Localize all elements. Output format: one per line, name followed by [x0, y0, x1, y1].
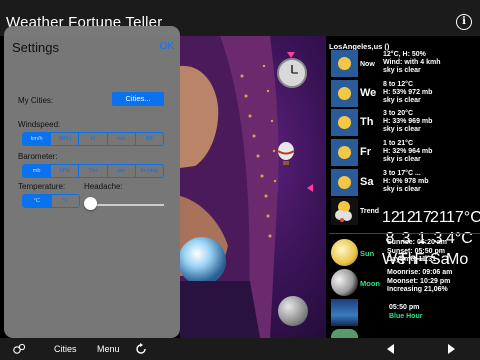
settings-title: Settings [12, 40, 59, 55]
headache-label: Headache: [84, 182, 123, 191]
forecast-row[interactable]: Fr 1 to 21°C H: 32% 964 mb sky is clear [331, 139, 479, 166]
trend-value-high: 21 [430, 209, 448, 226]
temperature-selector[interactable]: °C °F [22, 194, 80, 208]
day-label: Fr [360, 146, 371, 158]
sun-icon [331, 50, 358, 77]
windspeed-option[interactable]: Bft [136, 133, 163, 145]
windspeed-label: Windspeed: [18, 120, 61, 129]
clock-icon [277, 58, 307, 88]
day-details: 8 to 12°C H: 53% 972 mb sky is clear [383, 81, 433, 104]
barometer-option[interactable]: psi [108, 165, 136, 177]
pink-marker-side [307, 184, 313, 192]
temperature-option[interactable]: °F [52, 195, 80, 207]
sun-details: Sunrise: 06:20 am Sunset: 05:50 pm Dayti… [387, 239, 447, 263]
day-details: 12°C, H: 50% Wind: with 4 kmh sky is cle… [383, 51, 441, 74]
moon-details: Moonrise: 09:06 am Moonset: 10:29 pm Inc… [387, 269, 453, 293]
forecast-row[interactable]: We 8 to 12°C H: 53% 972 mb sky is clear [331, 80, 479, 107]
sun-icon [331, 109, 358, 136]
day-details: 3 to 17°C ... H: 0% 978 mb sky is clear [383, 170, 429, 193]
trend-value-high: 12 [398, 209, 416, 226]
blue-hour-row[interactable]: 05:50 pm Blue Hour [331, 299, 479, 326]
ok-button[interactable]: OK [160, 41, 174, 52]
forecast-row[interactable]: Th 3 to 20°C H: 33% 969 mb sky is clear [331, 109, 479, 136]
barometer-option[interactable]: hPa [51, 165, 80, 177]
info-icon[interactable]: i [456, 14, 472, 30]
windspeed-option[interactable]: MPH [51, 133, 80, 145]
forecast-row[interactable]: Sa 3 to 17°C ... H: 0% 978 mb sky is cle… [331, 169, 479, 196]
section-divider [329, 233, 480, 234]
sun-icon [331, 80, 358, 107]
cities-button[interactable]: Cities [54, 344, 77, 354]
my-cities-label: My Cities: [18, 96, 54, 105]
trend-value-high: 17 [414, 209, 432, 226]
cities-button[interactable]: Cities... [112, 92, 164, 106]
temperature-label: Temperature: [18, 182, 66, 191]
next-row-icon [331, 329, 358, 338]
moon-image [278, 296, 308, 326]
sun-disc-icon [331, 239, 358, 266]
bottom-toolbar: Cities Menu [0, 338, 480, 360]
settings-panel: Settings OK My Cities: Cities... Windspe… [4, 26, 180, 338]
trend-row[interactable]: Trend 12 8 We 12 3 Th 17 1 Fr 21 3 Sa 17… [331, 198, 480, 268]
trend-icon [331, 198, 358, 225]
sun-row[interactable]: Sun Sunrise: 06:20 am Sunset: 05:50 pm D… [331, 239, 479, 266]
menu-button[interactable]: Menu [97, 344, 120, 354]
day-label: Now [360, 61, 375, 68]
balloon-icon [277, 142, 295, 165]
day-details: 3 to 20°C H: 33% 969 mb sky is clear [383, 110, 433, 133]
windspeed-selector[interactable]: km/h MPH kt m/s Bft [22, 132, 164, 146]
barometer-option[interactable]: inchHg [136, 165, 163, 177]
barometer-option[interactable]: mb [23, 165, 52, 177]
forecast-row[interactable]: Now 12°C, H: 50% Wind: with 4 kmh sky is… [331, 50, 479, 77]
windspeed-option[interactable]: km/h [23, 133, 52, 145]
temperature-option[interactable]: °C [23, 195, 52, 207]
trend-value-high: 17°C [446, 209, 480, 226]
day-label: Th [360, 116, 374, 128]
sun-icon [331, 169, 358, 196]
trend-value-high: 12 [382, 209, 400, 226]
barometer-option[interactable]: Torr [79, 165, 108, 177]
day-label: We [360, 87, 377, 99]
day-details: 1 to 21°C H: 32% 964 mb sky is clear [383, 140, 433, 163]
forward-icon[interactable] [444, 342, 458, 356]
sun-label: Sun [360, 249, 375, 258]
barometer-selector[interactable]: mb hPa Torr psi inchHg [22, 164, 164, 178]
blue-hour-time: 05:50 pm [389, 304, 420, 311]
sun-icon [331, 139, 358, 166]
blue-hour-icon [331, 299, 358, 326]
headache-slider-thumb[interactable] [84, 197, 97, 210]
day-label: Sa [360, 176, 374, 188]
settings-icon[interactable] [12, 342, 26, 356]
back-icon[interactable] [384, 342, 398, 356]
moon-label: Moon [360, 279, 380, 288]
refresh-icon[interactable] [134, 342, 148, 356]
blue-hour-label: Blue Hour [389, 313, 423, 320]
windspeed-option[interactable]: m/s [108, 133, 136, 145]
moon-icon [331, 269, 358, 296]
headache-slider-track[interactable] [92, 204, 164, 206]
barometer-label: Barometer: [18, 152, 58, 161]
trend-label: Trend [360, 208, 380, 215]
windspeed-option[interactable]: kt [79, 133, 108, 145]
moon-row[interactable]: Moon Moonrise: 09:06 am Moonset: 10:29 p… [331, 269, 479, 296]
